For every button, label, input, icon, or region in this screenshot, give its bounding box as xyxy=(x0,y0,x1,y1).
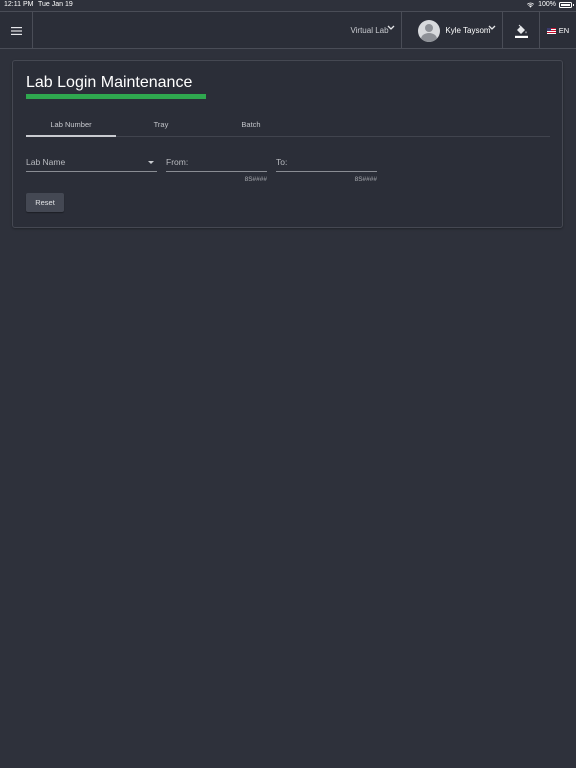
us-flag-icon xyxy=(546,27,556,34)
from-hint: 8S#### xyxy=(244,176,267,183)
title-accent-bar xyxy=(26,94,206,99)
status-time: 12:11 PM xyxy=(4,1,34,8)
battery-icon xyxy=(559,1,574,8)
hamburger-menu-icon xyxy=(10,26,22,35)
user-name: Kyle Taysom xyxy=(445,26,491,35)
lab-name-select[interactable]: Lab Name xyxy=(26,154,157,172)
tab-tray[interactable]: Tray xyxy=(116,113,206,136)
from-label: From: xyxy=(166,157,189,167)
from-field[interactable]: From: xyxy=(166,154,267,172)
tab-bar: Lab Number Tray Batch xyxy=(26,113,550,137)
user-menu[interactable]: Kyle Taysom xyxy=(402,12,502,49)
to-field[interactable]: To: xyxy=(276,154,377,172)
language-code: EN xyxy=(558,26,570,35)
reset-button[interactable]: Reset xyxy=(26,193,64,212)
avatar xyxy=(418,19,441,42)
status-date: Tue Jan 19 xyxy=(38,1,73,8)
chevron-down-icon xyxy=(387,25,395,30)
language-selector[interactable]: EN xyxy=(540,12,576,49)
theme-button[interactable] xyxy=(503,12,539,49)
appbar-divider xyxy=(32,12,33,49)
dropdown-arrow-icon xyxy=(148,161,154,164)
to-label: To: xyxy=(276,157,288,167)
app-bar: Virtual Lab Kyle Taysom EN xyxy=(0,11,576,49)
lab-selector[interactable]: Virtual Lab xyxy=(330,12,401,49)
chevron-down-icon xyxy=(488,25,496,30)
page-title: Lab Login Maintenance xyxy=(26,74,193,91)
status-right: 100% xyxy=(526,1,574,8)
tab-lab-number[interactable]: Lab Number xyxy=(26,113,116,137)
tab-batch[interactable]: Batch xyxy=(206,113,296,136)
menu-button[interactable] xyxy=(0,12,32,49)
status-bar: 12:11 PM Tue Jan 19 100% xyxy=(0,0,576,11)
battery-percent: 100% xyxy=(538,1,556,8)
paint-bucket-icon xyxy=(514,24,528,38)
wifi-icon xyxy=(527,2,535,8)
lab-selector-label: Virtual Lab xyxy=(350,26,389,35)
lab-name-label: Lab Name xyxy=(26,157,66,167)
lab-login-card: Lab Login Maintenance Lab Number Tray Ba… xyxy=(12,60,563,228)
to-hint: 8S#### xyxy=(354,176,377,183)
